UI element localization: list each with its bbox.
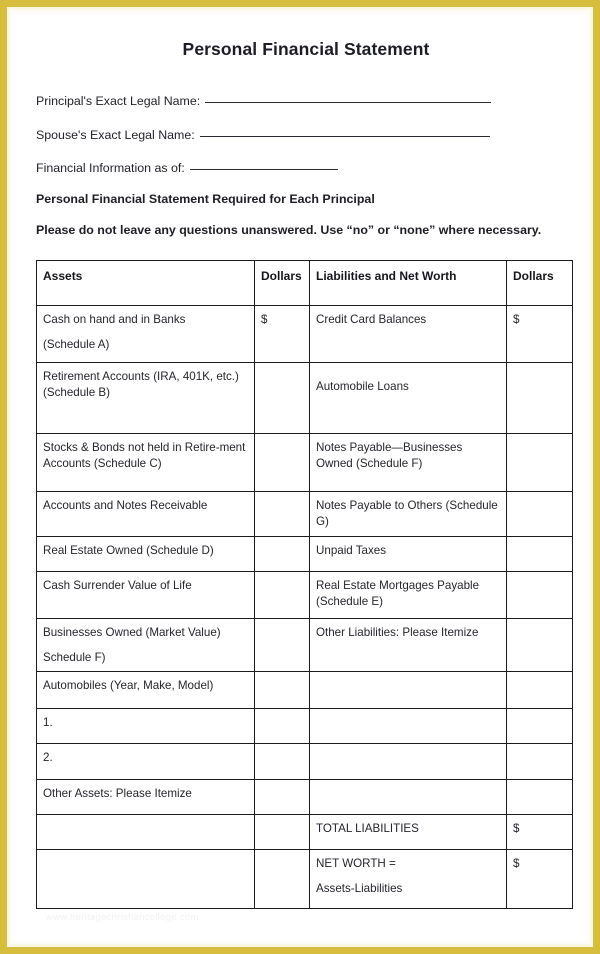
net-worth-cell: NET WORTH = Assets-Liabilities	[309, 848, 507, 909]
liability-dollars-cell[interactable]	[506, 571, 573, 619]
liability-dollars-cell[interactable]	[506, 778, 573, 815]
table-row: Real Estate Owned (Schedule D) Unpaid Ta…	[36, 536, 573, 572]
liability-dollars-cell[interactable]	[506, 707, 573, 744]
liability-cell[interactable]: Notes Payable to Others (Schedule G)	[309, 491, 507, 537]
asset-dollars-cell[interactable]	[254, 433, 310, 492]
liability-cell[interactable]	[309, 707, 507, 744]
principal-legal-name-label: Principal's Exact Legal Name:	[36, 94, 201, 108]
liability-dollars-cell[interactable]: $	[506, 305, 573, 363]
asset-dollars-cell[interactable]	[254, 813, 310, 850]
liability-dollars-cell[interactable]	[506, 742, 573, 780]
liability-dollars-cell[interactable]	[506, 433, 573, 492]
liability-cell[interactable]	[309, 778, 507, 815]
watermark: www.heritagechristiancollege.com	[46, 912, 199, 923]
asset-sublabel: (Schedule A)	[43, 338, 110, 352]
liability-cell[interactable]: Real Estate Mortgages Payable (Schedule …	[309, 571, 507, 619]
page-gold-border: Personal Financial Statement Principal's…	[0, 0, 600, 954]
table-row-total-liabilities: TOTAL LIABILITIES $	[36, 813, 573, 850]
asset-cell[interactable]: Businesses Owned (Market Value) Schedule…	[36, 618, 255, 672]
asset-cell[interactable]: Stocks & Bonds not held in Retire-ment A…	[36, 433, 255, 492]
liability-dollars-cell[interactable]	[506, 670, 573, 709]
asset-cell[interactable]	[36, 813, 255, 850]
asset-dollars-cell[interactable]	[254, 536, 310, 572]
asset-cell[interactable]: Cash Surrender Value of Life	[36, 571, 255, 619]
total-liabilities-dollars-cell[interactable]: $	[506, 813, 573, 850]
asset-dollars-cell[interactable]	[254, 618, 310, 672]
net-worth-formula: Assets-Liabilities	[316, 882, 403, 896]
liability-cell[interactable]	[309, 742, 507, 780]
asset-cell[interactable]: Automobiles (Year, Make, Model)	[36, 670, 255, 709]
table-header-row: Assets Dollars Liabilities and Net Worth…	[36, 260, 573, 306]
asset-dollars-cell[interactable]	[254, 362, 310, 434]
asset-dollars-cell[interactable]	[254, 491, 310, 537]
asset-cell[interactable]: Retirement Accounts (IRA, 401K, etc.) (S…	[36, 362, 255, 434]
liability-cell[interactable]: Automobile Loans	[309, 362, 507, 434]
spouse-legal-name-field: Spouse's Exact Legal Name:	[36, 128, 490, 142]
instruction-note: Please do not leave any questions unansw…	[36, 223, 542, 237]
asset-dollars-cell[interactable]	[254, 848, 310, 909]
table-row: Businesses Owned (Market Value) Schedule…	[36, 618, 573, 672]
asset-sublabel: Schedule F)	[43, 651, 106, 665]
column-header-liabilities: Liabilities and Net Worth	[309, 260, 507, 306]
asset-dollars-cell[interactable]	[254, 778, 310, 815]
page-title: Personal Financial Statement	[182, 39, 430, 59]
assets-liabilities-table: Assets Dollars Liabilities and Net Worth…	[36, 260, 573, 909]
asset-label: Cash on hand and in Banks	[43, 313, 186, 326]
table-row: Cash Surrender Value of Life Real Estate…	[36, 571, 573, 619]
column-header-dollars-liabilities: Dollars	[506, 260, 573, 306]
personal-financial-statement-document: Personal Financial Statement Principal's…	[13, 13, 599, 953]
asset-cell[interactable]: 1.	[36, 707, 255, 744]
asset-cell[interactable]: Accounts and Notes Receivable	[36, 491, 255, 537]
document-sheet: Personal Financial Statement Principal's…	[13, 13, 587, 941]
liability-cell[interactable]	[309, 670, 507, 709]
liability-cell[interactable]: Credit Card Balances	[309, 305, 507, 363]
principal-legal-name-input[interactable]	[205, 102, 492, 103]
page-frame-inner: Personal Financial Statement Principal's…	[7, 7, 593, 947]
asset-dollars-cell[interactable]	[254, 707, 310, 744]
net-worth-dollars-cell[interactable]: $	[506, 848, 573, 909]
table-row: Accounts and Notes Receivable Notes Paya…	[36, 491, 573, 537]
principal-legal-name-field: Principal's Exact Legal Name:	[36, 94, 492, 108]
liability-dollars-cell[interactable]	[506, 491, 573, 537]
spouse-legal-name-input[interactable]	[199, 136, 490, 137]
spouse-legal-name-label: Spouse's Exact Legal Name:	[36, 128, 195, 142]
asset-dollars-cell[interactable]: $	[254, 305, 310, 363]
table-row: 1.	[36, 707, 573, 744]
column-header-dollars-assets: Dollars	[254, 260, 310, 306]
asset-cell[interactable]: 2.	[36, 742, 255, 780]
net-worth-label: NET WORTH =	[316, 856, 396, 870]
asset-label: Retirement Accounts (IRA, 401K, etc.)	[43, 370, 239, 383]
asset-cell[interactable]: Cash on hand and in Banks (Schedule A)	[36, 305, 255, 363]
financial-information-date-input[interactable]	[189, 169, 338, 170]
liability-dollars-cell[interactable]	[506, 618, 573, 672]
liability-cell[interactable]: Other Liabilities: Please Itemize	[309, 618, 507, 672]
asset-cell[interactable]: Real Estate Owned (Schedule D)	[36, 536, 255, 572]
table-row-net-worth: NET WORTH = Assets-Liabilities $	[36, 848, 573, 909]
table-row: Other Assets: Please Itemize	[36, 778, 573, 815]
table-row: Retirement Accounts (IRA, 401K, etc.) (S…	[36, 362, 573, 434]
liability-cell[interactable]: Notes Payable—Businesses Owned (Schedule…	[309, 433, 507, 492]
liability-dollars-cell[interactable]	[506, 536, 573, 572]
table-row: Stocks & Bonds not held in Retire-ment A…	[36, 433, 573, 492]
liability-cell[interactable]: Unpaid Taxes	[309, 536, 507, 572]
asset-sublabel: (Schedule B)	[43, 386, 111, 400]
asset-dollars-cell[interactable]	[254, 670, 310, 709]
financial-information-date-field: Financial Information as of:	[36, 161, 338, 175]
asset-dollars-cell[interactable]	[254, 571, 310, 619]
financial-information-date-label: Financial Information as of:	[36, 161, 185, 175]
asset-cell[interactable]	[36, 848, 255, 909]
liability-dollars-cell[interactable]	[506, 362, 573, 434]
column-header-assets: Assets	[36, 260, 255, 306]
table-row: Cash on hand and in Banks (Schedule A) $…	[36, 305, 573, 363]
asset-dollars-cell[interactable]	[254, 742, 310, 780]
asset-cell[interactable]: Other Assets: Please Itemize	[36, 778, 255, 815]
table-row: 2.	[36, 742, 573, 780]
total-liabilities-label: TOTAL LIABILITIES	[309, 813, 507, 850]
requirement-note: Personal Financial Statement Required fo…	[36, 192, 375, 206]
table-row: Automobiles (Year, Make, Model)	[36, 670, 573, 709]
asset-label: Businesses Owned (Market Value)	[43, 626, 221, 639]
